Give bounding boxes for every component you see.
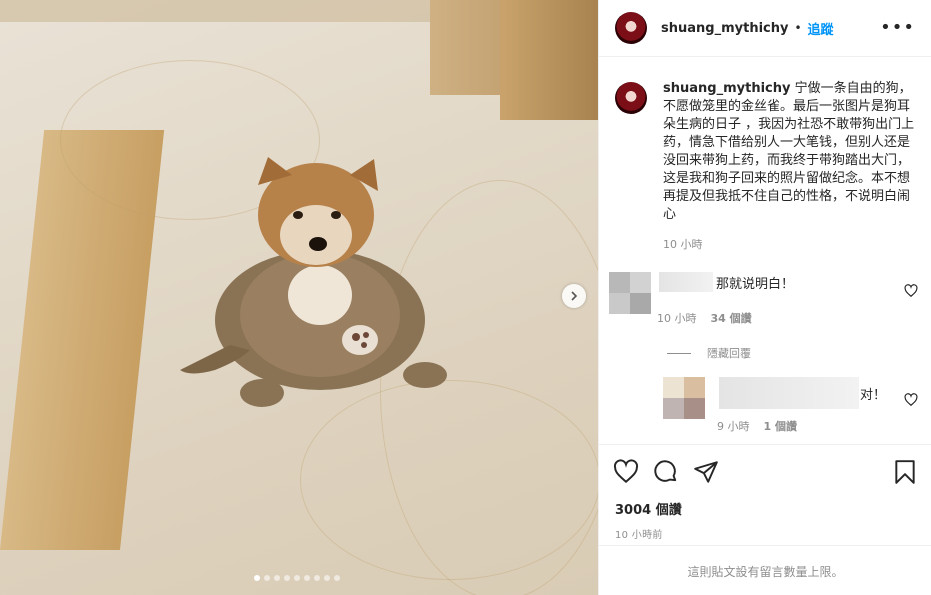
commenter-avatar-blurred[interactable] bbox=[609, 272, 651, 314]
carousel-dot bbox=[314, 575, 320, 581]
post-timestamp[interactable]: 10 小時前 bbox=[599, 526, 931, 541]
caption-username[interactable]: shuang_mythichy bbox=[663, 81, 790, 96]
post-details-panel: shuang_mythichy • 追蹤 ••• shuang_mythichy… bbox=[598, 0, 931, 595]
carousel-dot bbox=[304, 575, 310, 581]
reply-timestamp: 9 小時 bbox=[717, 420, 750, 433]
carousel-dot bbox=[284, 575, 290, 581]
caption-timestamp: 10 小時 bbox=[663, 238, 703, 251]
carousel-dot bbox=[254, 575, 260, 581]
comment-like-count[interactable]: 34 個讚 bbox=[711, 310, 752, 326]
hide-replies-label: 隱藏回覆 bbox=[707, 347, 751, 360]
comment-icon[interactable] bbox=[653, 459, 679, 485]
comment-limit-notice: 這則貼文設有留言數量上限。 bbox=[599, 545, 931, 595]
next-image-button[interactable] bbox=[562, 284, 586, 308]
comment-heart-icon[interactable] bbox=[904, 284, 918, 298]
reply-like-count[interactable]: 1 個讚 bbox=[764, 418, 797, 434]
carousel-dot bbox=[274, 575, 280, 581]
post-header: shuang_mythichy • 追蹤 ••• bbox=[599, 0, 931, 57]
bookmark-icon[interactable] bbox=[892, 459, 918, 485]
author-avatar[interactable] bbox=[615, 12, 647, 44]
comment-text: 那就说明白！ bbox=[716, 276, 795, 292]
share-icon[interactable] bbox=[693, 459, 719, 485]
carousel-dot bbox=[324, 575, 330, 581]
comment-item: 那就说明白！ 10 小時 34 個讚 bbox=[599, 272, 931, 326]
post-caption: shuang_mythichy 宁做一条自由的狗，不愿做笼里的金丝雀。最后一张图… bbox=[599, 58, 931, 224]
carousel-dot bbox=[294, 575, 300, 581]
likes-count[interactable]: 3004 個讚 bbox=[599, 499, 931, 518]
carousel-dot bbox=[334, 575, 340, 581]
reply-avatar-blurred[interactable] bbox=[663, 377, 705, 419]
shiba-puppy-image bbox=[180, 157, 447, 407]
reply-text: 对！ bbox=[860, 387, 887, 403]
carousel-indicator bbox=[254, 575, 340, 581]
post-actions: 3004 個讚 10 小時前 這則貼文設有留言數量上限。 bbox=[599, 444, 931, 595]
separator-dot: • bbox=[794, 21, 802, 35]
replies-divider-line bbox=[667, 352, 691, 354]
hide-replies-button[interactable]: 隱藏回覆 bbox=[667, 345, 931, 361]
heart-icon[interactable] bbox=[613, 459, 639, 485]
wall-trim bbox=[0, 0, 430, 22]
reply-heart-icon[interactable] bbox=[904, 393, 918, 407]
commenter-name-blurred[interactable] bbox=[659, 272, 713, 292]
reply-name-blurred[interactable] bbox=[719, 377, 859, 409]
follow-button[interactable]: 追蹤 bbox=[808, 19, 834, 38]
author-username[interactable]: shuang_mythichy bbox=[661, 21, 788, 36]
comments-section[interactable]: shuang_mythichy 宁做一条自由的狗，不愿做笼里的金丝雀。最后一张图… bbox=[599, 58, 931, 444]
more-options-icon[interactable]: ••• bbox=[880, 19, 915, 37]
comment-timestamp: 10 小時 bbox=[657, 312, 697, 325]
caption-author-avatar[interactable] bbox=[615, 82, 647, 114]
reply-item: 对！ 9 小時 1 個讚 bbox=[599, 377, 931, 434]
caption-body: 宁做一条自由的狗，不愿做笼里的金丝雀。最后一张图片是狗耳朵生病的日子 ，我因为社… bbox=[663, 81, 915, 222]
carousel-dot bbox=[264, 575, 270, 581]
post-image[interactable] bbox=[0, 0, 598, 595]
chevron-right-icon bbox=[571, 291, 578, 301]
doorframe-right-shadow bbox=[500, 0, 598, 120]
